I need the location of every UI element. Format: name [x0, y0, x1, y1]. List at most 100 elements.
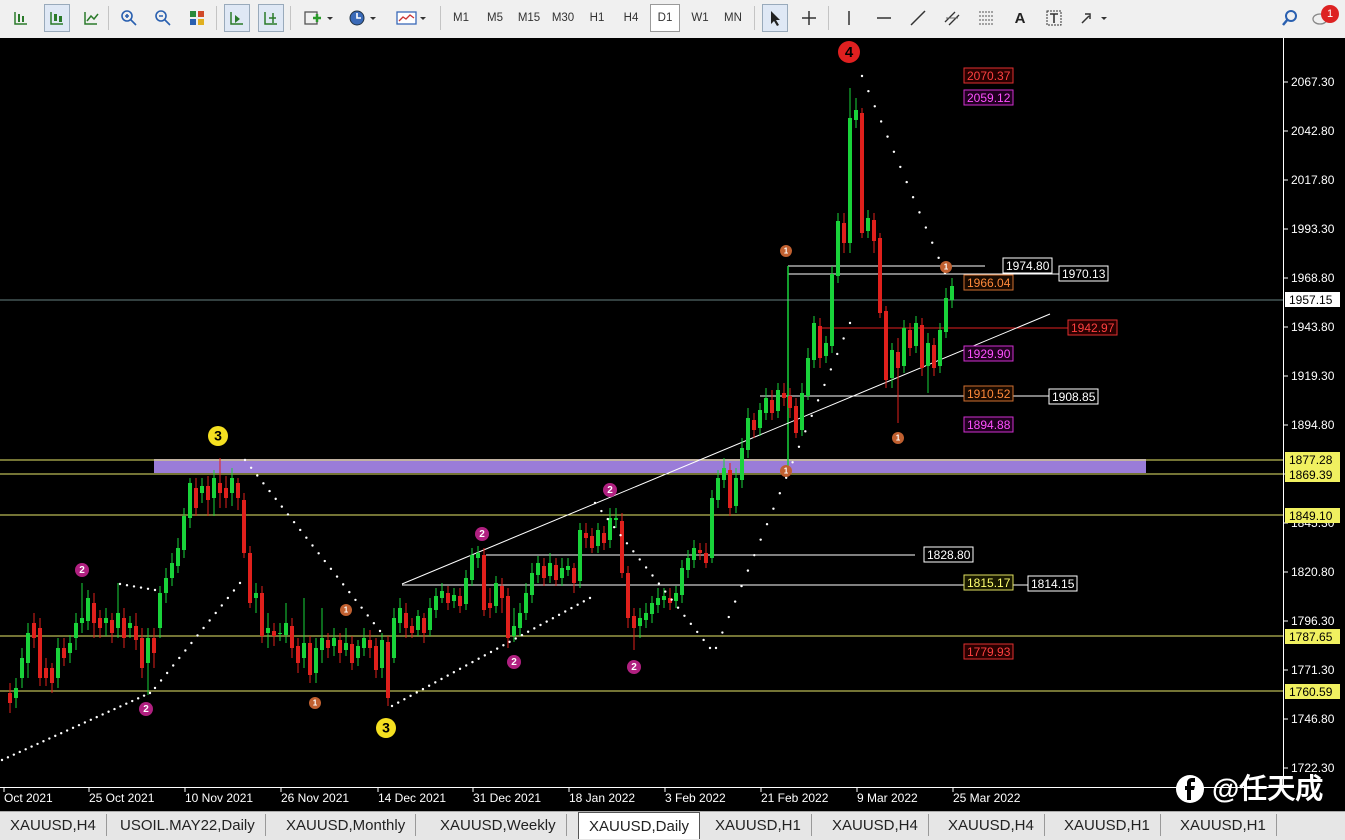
- timeframe-mn[interactable]: MN: [718, 4, 748, 32]
- line-chart-icon[interactable]: [78, 4, 104, 32]
- candle: [140, 628, 144, 678]
- price-tick-label: 1919.30: [1291, 369, 1335, 383]
- price-label[interactable]: 1910.52: [963, 385, 1014, 402]
- candle: [866, 210, 870, 238]
- crosshair-icon[interactable]: [796, 4, 822, 32]
- price-label[interactable]: 1929.90: [963, 345, 1014, 362]
- timeframe-m5[interactable]: M5: [480, 4, 510, 32]
- time-tick-label: 9 Mar 2022: [857, 791, 918, 805]
- horizontal-line-icon[interactable]: [871, 4, 897, 32]
- candle: [110, 613, 114, 643]
- candle: [710, 490, 714, 563]
- chart-tab[interactable]: XAUUSD,H4: [938, 814, 1045, 836]
- price-label[interactable]: 2059.12: [963, 89, 1014, 106]
- price-label[interactable]: 1828.80: [923, 546, 974, 563]
- sar-dot: [286, 513, 290, 516]
- time-tick-label: 25 Oct 2021: [89, 791, 155, 805]
- candle: [506, 588, 510, 648]
- cursor-icon[interactable]: [762, 4, 788, 32]
- candle: [806, 348, 810, 400]
- timeframe-d1[interactable]: D1: [650, 4, 680, 32]
- autoscroll-icon[interactable]: [224, 4, 250, 32]
- sar-dot: [664, 590, 667, 593]
- price-tick-label: 1820.80: [1291, 565, 1335, 579]
- price-axis: 2067.30 2042.80 2017.80 1993.30 1968.80 1943.…: [1283, 75, 1335, 775]
- chart-shift-icon[interactable]: [258, 4, 284, 32]
- time-tick-label: Oct 2021: [4, 791, 53, 805]
- candle: [872, 213, 876, 253]
- arrows-icon[interactable]: [1076, 4, 1112, 32]
- candle: [638, 608, 642, 638]
- wave-marker: 2: [139, 702, 153, 716]
- price-label[interactable]: 1974.80: [1002, 257, 1053, 274]
- text-icon[interactable]: A: [1007, 4, 1033, 32]
- chart-tab[interactable]: XAUUSD,H1: [705, 814, 812, 836]
- timeframe-h4[interactable]: H4: [616, 4, 646, 32]
- sar-dot: [471, 660, 474, 664]
- candle: [578, 523, 582, 588]
- sar-dot: [366, 614, 369, 617]
- price-label[interactable]: 1815.17: [963, 574, 1014, 591]
- svg-text:3: 3: [382, 720, 390, 736]
- price-label[interactable]: 1894.88: [963, 416, 1014, 433]
- sar-dot: [36, 742, 39, 746]
- price-label[interactable]: 2070.37: [963, 67, 1014, 84]
- zoom-in-icon[interactable]: [116, 4, 142, 32]
- sar-dot: [226, 596, 230, 600]
- candle: [560, 558, 564, 586]
- sar-dot: [71, 726, 75, 730]
- chart-tab[interactable]: XAUUSD,Weekly: [430, 814, 567, 836]
- chart-tab[interactable]: XAUUSD,H1: [1170, 814, 1277, 836]
- svg-text:2: 2: [631, 662, 637, 673]
- price-label[interactable]: 1814.15: [1027, 575, 1078, 592]
- price-labels: 2070.37 2059.12 1974.80 1970.13 1966.04 1942.…: [923, 67, 1118, 660]
- sar-dot: [702, 638, 705, 642]
- price-label[interactable]: 1908.85: [1048, 388, 1099, 405]
- price-label[interactable]: 1942.97: [1067, 319, 1118, 336]
- timeframe-m1[interactable]: M1: [446, 4, 476, 32]
- candle: [536, 556, 540, 583]
- periodicity-icon[interactable]: [345, 4, 381, 32]
- text-label-icon[interactable]: [1041, 4, 1067, 32]
- sar-dot: [305, 536, 308, 539]
- bar-chart-icon[interactable]: [8, 4, 34, 32]
- chart-tab[interactable]: XAUUSD,Monthly: [276, 814, 417, 836]
- candle: [542, 558, 546, 586]
- sar-dot: [772, 507, 775, 510]
- equidistant-channel-icon[interactable]: [939, 4, 965, 32]
- chart-tab[interactable]: XAUUSD,Daily: [578, 812, 701, 839]
- sar-dot: [311, 544, 314, 547]
- chart-tab[interactable]: XAUUSD,H4: [822, 814, 929, 836]
- zoom-out-icon[interactable]: [150, 4, 176, 32]
- fibonacci-icon[interactable]: [973, 4, 999, 32]
- chart-tab[interactable]: XAUUSD,H1: [1054, 814, 1161, 836]
- chart-tab[interactable]: USOIL.MAY22,Daily: [110, 814, 266, 836]
- timeframe-w1[interactable]: W1: [685, 4, 715, 32]
- candle: [854, 98, 858, 128]
- vertical-line-icon[interactable]: [836, 4, 862, 32]
- candle: [656, 588, 660, 613]
- tile-windows-icon[interactable]: [184, 4, 210, 32]
- candle: [272, 623, 276, 646]
- price-label[interactable]: 1966.04: [963, 274, 1014, 291]
- candle: [44, 658, 48, 686]
- indicators-icon[interactable]: [300, 4, 336, 32]
- search-icon[interactable]: [1277, 4, 1303, 32]
- price-label[interactable]: 1779.93: [963, 643, 1014, 660]
- candlestick-icon[interactable]: [44, 4, 70, 32]
- templates-icon[interactable]: [393, 4, 429, 32]
- level-price-tag: 1787.65: [1285, 629, 1340, 644]
- svg-text:1815.17: 1815.17: [967, 576, 1011, 590]
- timeframe-m30[interactable]: M30: [548, 4, 578, 32]
- trendline-icon[interactable]: [905, 4, 931, 32]
- chart-tab[interactable]: XAUUSD,H4: [0, 814, 107, 836]
- candle: [740, 438, 744, 488]
- timeframe-h1[interactable]: H1: [582, 4, 612, 32]
- timeframe-m15[interactable]: M15: [514, 4, 544, 32]
- price-chart[interactable]: 2070.37 2059.12 1974.80 1970.13 1966.04 1942.…: [0, 38, 1345, 811]
- sar-dot: [892, 150, 896, 153]
- sar-dot: [24, 748, 27, 751]
- price-label[interactable]: 1970.13: [1058, 265, 1109, 282]
- candle: [242, 493, 246, 558]
- sar-dot: [879, 120, 883, 123]
